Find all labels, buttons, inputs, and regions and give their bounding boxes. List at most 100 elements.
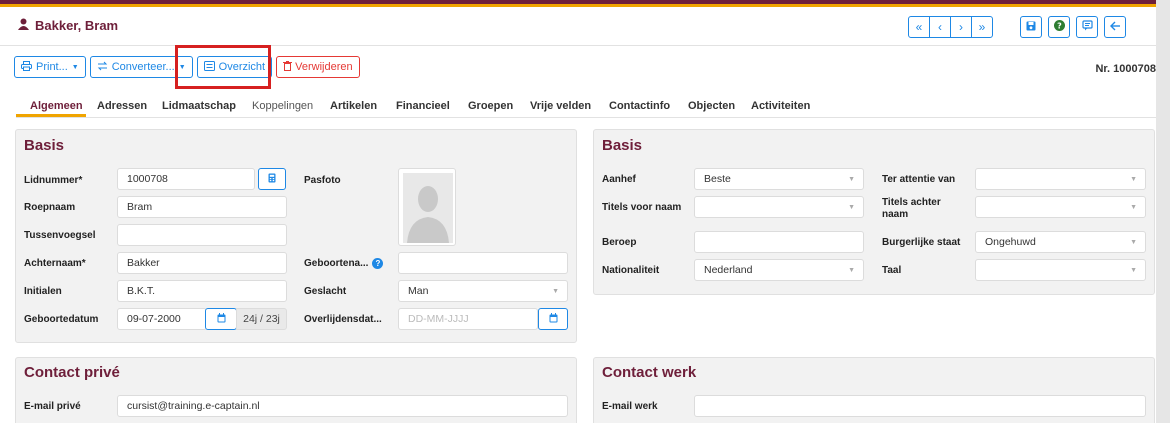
burgerlijke-staat-label: Burgerlijke staat [882,237,961,248]
printer-icon [21,60,32,74]
tab-activiteiten[interactable]: Activiteiten [751,100,810,112]
email-prive-field[interactable]: cursist@training.e-captain.nl [117,395,568,417]
titels-voor-label: Titels voor naam [602,202,682,213]
geboortedatum-label: Geboortedatum [24,314,99,325]
last-record-button[interactable]: » [971,16,993,38]
beroep-field[interactable] [694,231,864,253]
svg-text:?: ? [1057,21,1062,30]
tab-koppelingen[interactable]: Koppelingen [252,100,313,112]
active-tab-indicator [16,114,86,117]
record-actions: ? [1014,16,1126,38]
nationaliteit-label: Nationaliteit [602,265,660,276]
initialen-label: Initialen [24,286,62,297]
calendar-icon [549,312,558,326]
tab-adressen[interactable]: Adressen [97,100,147,112]
delete-label: Verwijderen [295,61,353,73]
calculator-button[interactable] [258,168,286,190]
lidnummer-label: Lidnummer* [24,175,83,186]
tussenvoegsel-field[interactable] [117,224,287,246]
help-icon: ? [1053,20,1065,34]
initialen-field[interactable]: B.K.T. [117,280,287,302]
back-button[interactable] [1104,16,1126,38]
burgerlijke-staat-select[interactable]: Ongehuwd ▼ [975,231,1146,253]
tab-algemeen[interactable]: Algemeen [30,100,83,112]
lidnummer-field[interactable]: 1000708 [117,168,255,190]
titels-voor-select[interactable]: ▼ [694,196,864,218]
print-label: Print... [36,61,68,73]
email-werk-label: E-mail werk [602,401,658,412]
overlijdensdatum-label: Overlijdensdat... [304,314,382,325]
nationaliteit-value: Nederland [704,264,753,276]
comment-button[interactable] [1076,16,1098,38]
next-record-button[interactable]: › [950,16,972,38]
tab-lidmaatschap[interactable]: Lidmaatschap [162,100,236,112]
beroep-label: Beroep [602,237,637,248]
taal-label: Taal [882,265,902,276]
aanhef-label: Aanhef [602,174,636,185]
tab-groepen[interactable]: Groepen [468,100,513,112]
print-button[interactable]: Print... ▼ [14,56,86,78]
geboorteplaats-label: Geboortena...? [304,258,384,270]
geboortedatum-field[interactable]: 09-07-2000 [117,308,207,330]
save-button[interactable] [1020,16,1042,38]
tab-objecten[interactable]: Objecten [688,100,735,112]
help-button[interactable]: ? [1048,16,1070,38]
chevron-down-icon: ▼ [552,288,559,295]
chevron-down-icon: ▼ [1130,204,1137,211]
tab-vrije-velden[interactable]: Vrije velden [530,100,591,112]
geslacht-select[interactable]: Man ▼ [398,280,568,302]
achternaam-label: Achternaam* [24,258,86,269]
pasfoto-label: Pasfoto [304,175,341,186]
basis-right-title: Basis [602,137,643,154]
geslacht-value: Man [408,285,429,297]
highlight-annotation [175,45,271,89]
top-accent-bar-secondary [0,4,1170,7]
calendar-icon [217,312,226,326]
roepnaam-field[interactable]: Bram [117,196,287,218]
roepnaam-label: Roepnaam [24,202,76,213]
record-navigation: « ‹ › » [908,16,993,38]
tab-financieel[interactable]: Financieel [396,100,450,112]
tussenvoegsel-label: Tussenvoegsel [24,230,96,241]
basis-left-title: Basis [24,137,65,154]
chevron-down-icon: ▼ [1130,267,1137,274]
previous-record-button[interactable]: ‹ [929,16,951,38]
tab-contactinfo[interactable]: Contactinfo [609,100,670,112]
nationaliteit-select[interactable]: Nederland ▼ [694,259,864,281]
geboortedatum-calendar-button[interactable] [205,308,237,330]
aanhef-select[interactable]: Beste ▼ [694,168,864,190]
achternaam-field[interactable]: Bakker [117,252,287,274]
scroll-gutter [1156,0,1170,423]
ter-attentie-select[interactable]: ▼ [975,168,1146,190]
chevron-down-icon: ▼ [848,176,855,183]
overlijdensdatum-field[interactable]: DD-MM-JJJJ [398,308,538,330]
delete-button[interactable]: Verwijderen [276,56,360,78]
burgerlijke-staat-value: Ongehuwd [985,236,1036,248]
page-header: Bakker, Bram « ‹ › » ? [0,10,1156,46]
taal-select[interactable]: ▼ [975,259,1146,281]
tab-bar: Algemeen Adressen Lidmaatschap Koppeling… [16,96,1156,118]
geboorteplaats-field[interactable] [398,252,568,274]
chevron-down-icon: ▼ [1130,239,1137,246]
member-name: Bakker, Bram [35,18,119,33]
user-icon [18,18,29,33]
chevron-down-icon: ▼ [848,204,855,211]
overlijdensdatum-calendar-button[interactable] [538,308,568,330]
titels-achter-select[interactable]: ▼ [975,196,1146,218]
age-display: 24j / 23j [236,308,287,330]
chevron-down-icon: ▼ [1130,176,1137,183]
chevron-down-icon: ▼ [848,267,855,274]
geslacht-label: Geslacht [304,286,347,297]
email-werk-field[interactable] [694,395,1146,417]
tab-artikelen[interactable]: Artikelen [330,100,377,112]
comment-icon [1081,20,1093,34]
record-number: Nr. 1000708 [1095,63,1156,75]
first-record-button[interactable]: « [908,16,930,38]
help-icon[interactable]: ? [372,258,384,269]
contact-werk-title: Contact werk [602,364,697,381]
trash-icon [283,60,293,74]
contact-prive-title: Contact privé [24,364,120,381]
photo-placeholder[interactable] [398,168,456,246]
aanhef-value: Beste [704,173,731,185]
chevron-down-icon: ▼ [71,63,79,71]
